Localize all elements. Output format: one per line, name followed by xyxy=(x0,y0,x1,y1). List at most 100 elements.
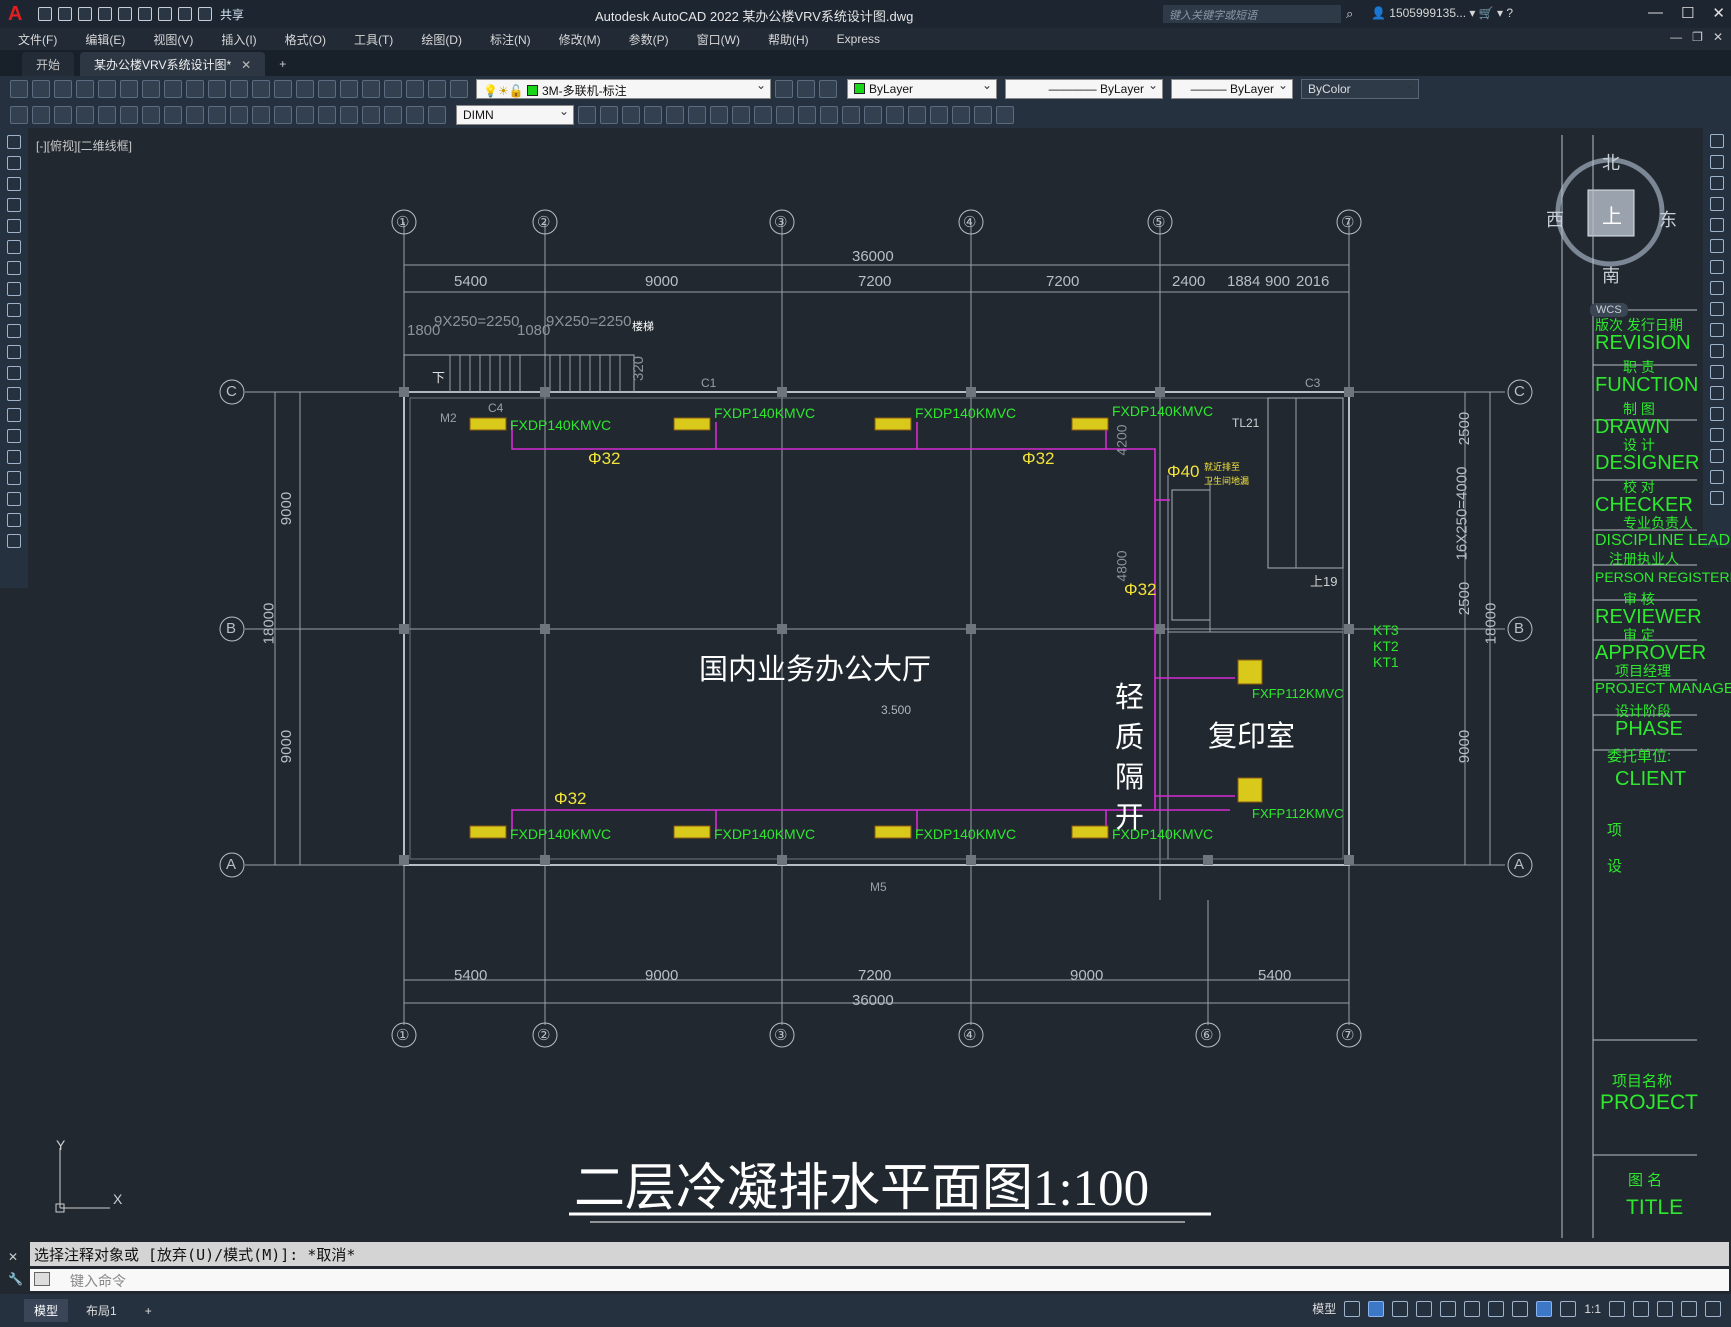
snap-icon[interactable] xyxy=(1368,1300,1385,1317)
spline-icon[interactable] xyxy=(7,303,21,317)
offset-icon[interactable] xyxy=(1710,197,1724,211)
close-tab-icon[interactable]: ✕ xyxy=(241,58,251,72)
arc-icon[interactable] xyxy=(7,240,21,254)
tolerance-icon[interactable] xyxy=(296,106,314,124)
blend-icon[interactable] xyxy=(1710,470,1724,484)
autocad-logo-icon[interactable]: A xyxy=(8,3,32,26)
revcloud-icon[interactable] xyxy=(7,282,21,296)
color-dropdown[interactable]: ByLayer xyxy=(847,78,997,99)
modify-copy-icon[interactable] xyxy=(600,106,618,124)
break-icon[interactable] xyxy=(1710,386,1724,400)
tab-model[interactable]: 模型 xyxy=(24,1299,69,1322)
inspection-icon[interactable] xyxy=(340,106,358,124)
undo-icon[interactable] xyxy=(230,80,248,98)
modify-rotate-icon[interactable] xyxy=(710,106,728,124)
dimupdate-icon[interactable] xyxy=(428,106,446,124)
maximize-button[interactable]: ☐ xyxy=(1681,4,1694,22)
undo-icon[interactable] xyxy=(178,7,192,21)
menu-tools[interactable]: 工具(T) xyxy=(354,31,393,48)
linetype-dropdown[interactable]: ———— ByLayer xyxy=(1005,78,1163,99)
polar-icon[interactable] xyxy=(1416,1300,1433,1317)
save-as-icon[interactable] xyxy=(98,7,112,21)
new-icon[interactable] xyxy=(10,80,28,98)
fillet-icon[interactable] xyxy=(1710,449,1724,463)
annotation-scale[interactable]: 1:1 xyxy=(1584,1302,1601,1316)
menu-view[interactable]: 视图(V) xyxy=(153,31,193,48)
circle-icon[interactable] xyxy=(7,261,21,275)
new-tab-button[interactable]: + xyxy=(279,57,286,71)
layer-previous-icon[interactable] xyxy=(775,80,793,98)
modify-break-icon[interactable] xyxy=(820,106,838,124)
modify-offset-icon[interactable] xyxy=(644,106,662,124)
tool-palette-icon[interactable] xyxy=(384,80,402,98)
hatch-icon[interactable] xyxy=(7,429,21,443)
redo-icon[interactable] xyxy=(252,80,270,98)
open-web-icon[interactable] xyxy=(118,7,132,21)
jogged-linear-icon[interactable] xyxy=(362,106,380,124)
cut-icon[interactable] xyxy=(142,80,160,98)
dimcontinue-icon[interactable] xyxy=(230,106,248,124)
menu-edit[interactable]: 编辑(E) xyxy=(85,31,125,48)
isodraft-icon[interactable] xyxy=(1440,1300,1457,1317)
new-file-icon[interactable] xyxy=(38,7,52,21)
modify-mirror-icon[interactable] xyxy=(622,106,640,124)
dimspace-icon[interactable] xyxy=(252,106,270,124)
help-icon[interactable] xyxy=(428,80,446,98)
move-icon[interactable] xyxy=(1710,239,1724,253)
modify-array-icon[interactable] xyxy=(666,106,684,124)
redo-icon[interactable] xyxy=(198,7,212,21)
object-snap-icon[interactable] xyxy=(1488,1300,1505,1317)
insert-block-icon[interactable] xyxy=(7,366,21,380)
gradient-icon[interactable] xyxy=(7,450,21,464)
polygon-icon[interactable] xyxy=(7,198,21,212)
search-icon[interactable]: ⌕ xyxy=(1346,6,1353,22)
ellipse-icon[interactable] xyxy=(7,324,21,338)
save-web-icon[interactable] xyxy=(138,7,152,21)
open-file-icon[interactable] xyxy=(58,7,72,21)
array-icon[interactable] xyxy=(1710,218,1724,232)
modify-extend-icon[interactable] xyxy=(798,106,816,124)
clean-screen-icon[interactable] xyxy=(1681,1300,1697,1317)
drawing-canvas[interactable] xyxy=(28,128,1703,1238)
add-layout-button[interactable]: + xyxy=(135,1301,162,1321)
lineweight-icon[interactable] xyxy=(1512,1300,1529,1317)
lineweight-dropdown[interactable]: ——— ByLayer xyxy=(1171,78,1293,99)
auto-scale-icon[interactable] xyxy=(1560,1300,1577,1317)
tab-drawing[interactable]: 某办公楼VRV系统设计图* ✕ xyxy=(80,52,266,76)
extend-icon[interactable] xyxy=(1710,344,1724,358)
open-icon[interactable] xyxy=(32,80,50,98)
join-icon[interactable] xyxy=(1710,407,1724,421)
dimlinear-icon[interactable] xyxy=(10,106,28,124)
menu-format[interactable]: 格式(O) xyxy=(285,31,326,48)
trim-icon[interactable] xyxy=(1710,323,1724,337)
save-icon[interactable] xyxy=(54,80,72,98)
tab-layout1[interactable]: 布局1 xyxy=(76,1299,127,1322)
menu-insert[interactable]: 插入(I) xyxy=(221,31,256,48)
calculator-icon[interactable] xyxy=(406,80,424,98)
rectangle-icon[interactable] xyxy=(7,219,21,233)
plot-icon[interactable] xyxy=(76,80,94,98)
search-input[interactable]: 键入关键字或短语 xyxy=(1163,5,1341,23)
command-prompt-icon[interactable] xyxy=(34,1272,50,1286)
modify-chamfer-icon[interactable] xyxy=(864,106,882,124)
stretch-icon[interactable] xyxy=(1710,302,1724,316)
ortho-icon[interactable] xyxy=(1392,1300,1409,1317)
dimjogged-icon[interactable] xyxy=(120,106,138,124)
region-icon[interactable] xyxy=(7,471,21,485)
copy-object-icon[interactable] xyxy=(1710,155,1724,169)
modify-scale-icon[interactable] xyxy=(732,106,750,124)
menu-help[interactable]: 帮助(H) xyxy=(768,31,809,48)
menu-express[interactable]: Express xyxy=(837,32,880,46)
dimradius-icon[interactable] xyxy=(98,106,116,124)
share-button[interactable]: 共享 xyxy=(220,6,244,23)
point-icon[interactable] xyxy=(7,408,21,422)
layer-properties-icon[interactable] xyxy=(450,80,468,98)
table-icon[interactable] xyxy=(7,492,21,506)
dimaligned-icon[interactable] xyxy=(32,106,50,124)
menu-window[interactable]: 窗口(W) xyxy=(697,31,740,48)
zoom-window-icon[interactable] xyxy=(318,80,336,98)
command-input[interactable]: 键入命令 xyxy=(30,1269,1729,1291)
pan-icon[interactable] xyxy=(274,80,292,98)
dimtedit-icon[interactable] xyxy=(406,106,424,124)
tab-start[interactable]: 开始 xyxy=(22,52,75,76)
